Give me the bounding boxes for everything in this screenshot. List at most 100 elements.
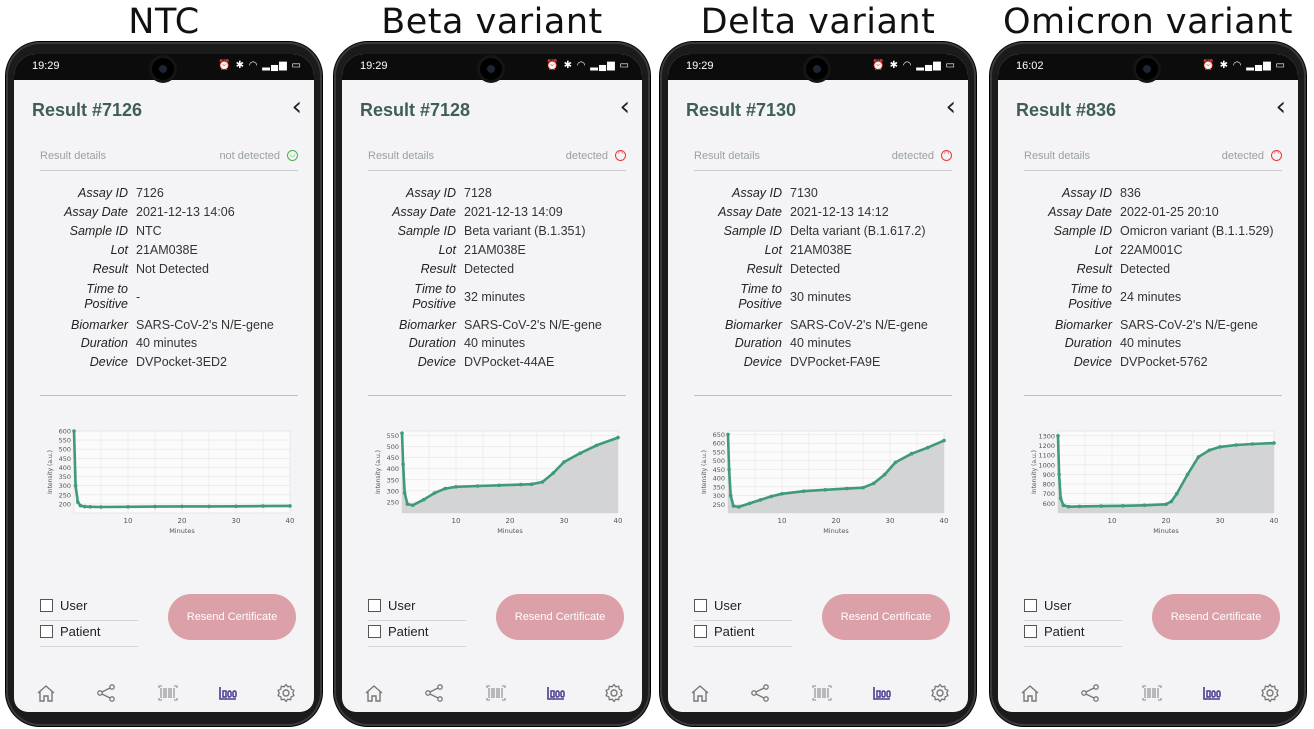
y-tick-label: 250 bbox=[387, 498, 399, 506]
data-point bbox=[1272, 441, 1276, 445]
barcode-icon[interactable] bbox=[154, 682, 182, 708]
data-point bbox=[769, 494, 773, 499]
bluetooth-icon: ✱ bbox=[235, 60, 245, 71]
barcode-icon[interactable] bbox=[1138, 682, 1166, 708]
bottom-nav bbox=[668, 680, 968, 712]
data-point bbox=[126, 505, 130, 509]
chart-svg: 600550500450400350300250200 10 20 30 40 Minut… bbox=[47, 428, 294, 536]
barcode-icon[interactable] bbox=[482, 682, 510, 708]
settings-icon[interactable] bbox=[272, 682, 300, 708]
data-point bbox=[616, 435, 620, 440]
share-icon[interactable] bbox=[420, 682, 448, 708]
detail-value: 2021-12-13 14:12 bbox=[790, 205, 889, 219]
home-icon[interactable] bbox=[1016, 682, 1044, 708]
detail-value: SARS-CoV-2's N/E-gene bbox=[1120, 318, 1258, 332]
y-axis-label: Intensity (a.u.) bbox=[375, 450, 382, 494]
x-tick-label: 40 bbox=[1270, 517, 1279, 525]
data-point bbox=[1250, 442, 1255, 446]
user-checkbox[interactable]: User bbox=[1024, 596, 1122, 621]
resend-certificate-button[interactable]: Resend Certificate bbox=[1152, 594, 1280, 640]
patient-checkbox[interactable]: Patient bbox=[368, 622, 466, 647]
checkbox-box[interactable] bbox=[368, 625, 381, 638]
status-icons: ⏰ ✱ ◠ ▂▄▆ ▭ bbox=[218, 60, 302, 71]
x-tick-label: 10 bbox=[1108, 517, 1117, 525]
data-point bbox=[519, 482, 523, 487]
user-checkbox[interactable]: User bbox=[368, 596, 466, 621]
checkbox-label: User bbox=[714, 598, 742, 613]
chart-svg: 650600550500450400350300250 10 20 30 40 Minut… bbox=[701, 430, 948, 535]
results-icon[interactable] bbox=[868, 682, 896, 708]
detail-key: Result bbox=[420, 262, 456, 276]
back-chevron-icon[interactable]: ‹ bbox=[620, 92, 630, 122]
checkbox-box[interactable] bbox=[1024, 599, 1037, 612]
detail-value: Omicron variant (B.1.1.529) bbox=[1120, 224, 1274, 238]
checkbox-box[interactable] bbox=[40, 625, 53, 638]
data-point bbox=[432, 491, 437, 495]
share-icon[interactable] bbox=[746, 682, 774, 708]
barcode-icon[interactable] bbox=[808, 682, 836, 708]
detail-key: Result bbox=[92, 262, 128, 276]
user-checkbox[interactable]: User bbox=[694, 596, 792, 621]
detail-key: Lot bbox=[110, 243, 128, 257]
detail-value: - bbox=[136, 290, 141, 304]
checkbox-box[interactable] bbox=[40, 599, 53, 612]
back-chevron-icon[interactable]: ‹ bbox=[292, 92, 302, 122]
home-icon[interactable] bbox=[32, 682, 60, 708]
detail-key: Positive bbox=[412, 297, 456, 311]
detail-value: Beta variant (B.1.351) bbox=[464, 224, 586, 238]
y-tick-label: 300 bbox=[713, 492, 725, 500]
data-point bbox=[72, 429, 76, 433]
checkbox-box[interactable] bbox=[1024, 625, 1037, 638]
detail-key: Device bbox=[1073, 355, 1112, 369]
y-tick-label: 1000 bbox=[1038, 461, 1055, 469]
wifi-icon: ◠ bbox=[576, 60, 587, 71]
results-icon[interactable] bbox=[214, 682, 242, 708]
user-checkbox[interactable]: User bbox=[40, 596, 138, 621]
resend-certificate-button[interactable]: Resend Certificate bbox=[496, 594, 624, 640]
panel-heading: Delta variant bbox=[700, 2, 936, 42]
data-point bbox=[1207, 448, 1211, 453]
checkbox-box[interactable] bbox=[694, 625, 707, 638]
data-point bbox=[728, 493, 733, 498]
back-chevron-icon[interactable]: ‹ bbox=[946, 92, 956, 122]
detail-value: NTC bbox=[136, 224, 162, 238]
settings-icon[interactable] bbox=[600, 682, 628, 708]
patient-checkbox[interactable]: Patient bbox=[40, 622, 138, 647]
detail-key: Assay ID bbox=[1061, 186, 1112, 200]
results-icon[interactable] bbox=[1198, 682, 1226, 708]
detail-key: Biomarker bbox=[399, 318, 456, 332]
detail-key: Time to bbox=[414, 282, 456, 296]
detail-key: Device bbox=[417, 355, 456, 369]
back-chevron-icon[interactable]: ‹ bbox=[1276, 92, 1286, 122]
data-point bbox=[926, 445, 930, 450]
share-icon[interactable] bbox=[1076, 682, 1104, 708]
intensity-chart: 650 600 550 500 450 400 350 300 250 10 20 30 40 Minut… bbox=[682, 419, 954, 543]
panel-heading: Beta variant bbox=[381, 2, 603, 42]
result-title: Result #7126 bbox=[32, 100, 143, 120]
patient-checkbox[interactable]: Patient bbox=[1024, 622, 1122, 647]
battery-icon: ▭ bbox=[1275, 60, 1286, 71]
checkbox-box[interactable] bbox=[694, 599, 707, 612]
resend-certificate-button[interactable]: Resend Certificate bbox=[822, 594, 950, 640]
results-icon[interactable] bbox=[542, 682, 570, 708]
data-point bbox=[405, 502, 410, 506]
y-tick-label: 350 bbox=[59, 473, 71, 481]
checkbox-box[interactable] bbox=[368, 599, 381, 612]
settings-icon[interactable] bbox=[926, 682, 954, 708]
result-details-header: Result details detected ◠ bbox=[368, 148, 626, 171]
detail-value: DVPocket-44AE bbox=[464, 355, 555, 369]
y-tick-label: 500 bbox=[387, 443, 399, 451]
home-icon[interactable] bbox=[360, 682, 388, 708]
share-icon[interactable] bbox=[92, 682, 120, 708]
result-title: Result #836 bbox=[1016, 100, 1117, 120]
home-icon[interactable] bbox=[686, 682, 714, 708]
patient-checkbox[interactable]: Patient bbox=[694, 622, 792, 647]
x-tick-label: 20 bbox=[1162, 517, 1171, 525]
data-point bbox=[529, 482, 534, 486]
settings-icon[interactable] bbox=[1256, 682, 1284, 708]
data-point bbox=[1056, 434, 1060, 438]
phone-screen: 16:02 ⏰ ✱ ◠ ▂▄▆ ▭ Result #836 ‹ Result detai… bbox=[998, 54, 1298, 712]
result-details-header: Result details detected ◠ bbox=[694, 148, 952, 171]
data-point bbox=[731, 504, 736, 508]
resend-certificate-button[interactable]: Resend Certificate bbox=[168, 594, 296, 640]
